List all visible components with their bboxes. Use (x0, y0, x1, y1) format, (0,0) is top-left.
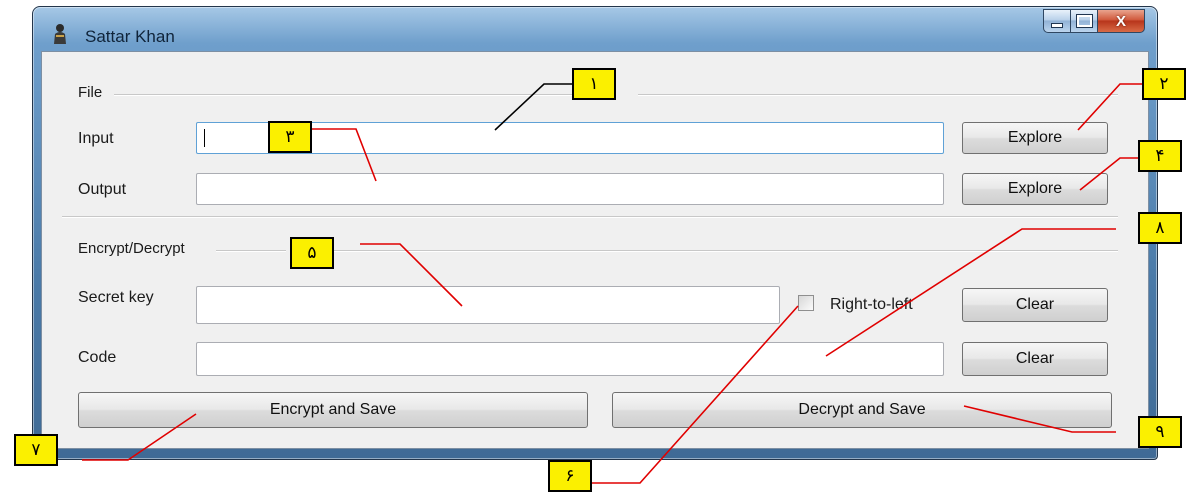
callout-2: ٢ (1142, 68, 1186, 100)
callout-3: ٣ (268, 121, 312, 153)
callout-9: ٩ (1138, 416, 1182, 448)
leader-line-4 (1079, 157, 1138, 191)
callout-4: ۴ (1138, 140, 1182, 172)
callout-7: ٧ (14, 434, 58, 466)
leader-line-3 (312, 128, 377, 182)
leader-line-6 (592, 305, 799, 484)
leader-line-8 (825, 228, 1116, 357)
callout-8: ٨ (1138, 212, 1182, 244)
callout-5: ۵ (290, 237, 334, 269)
leader-line-7 (82, 413, 197, 461)
leader-line-5 (360, 243, 463, 307)
callout-6: ۶ (548, 460, 592, 492)
leader-line-1 (494, 83, 572, 131)
callout-1: ١ (572, 68, 616, 100)
leader-line-9 (963, 405, 1116, 433)
leader-line-2 (1077, 83, 1142, 131)
